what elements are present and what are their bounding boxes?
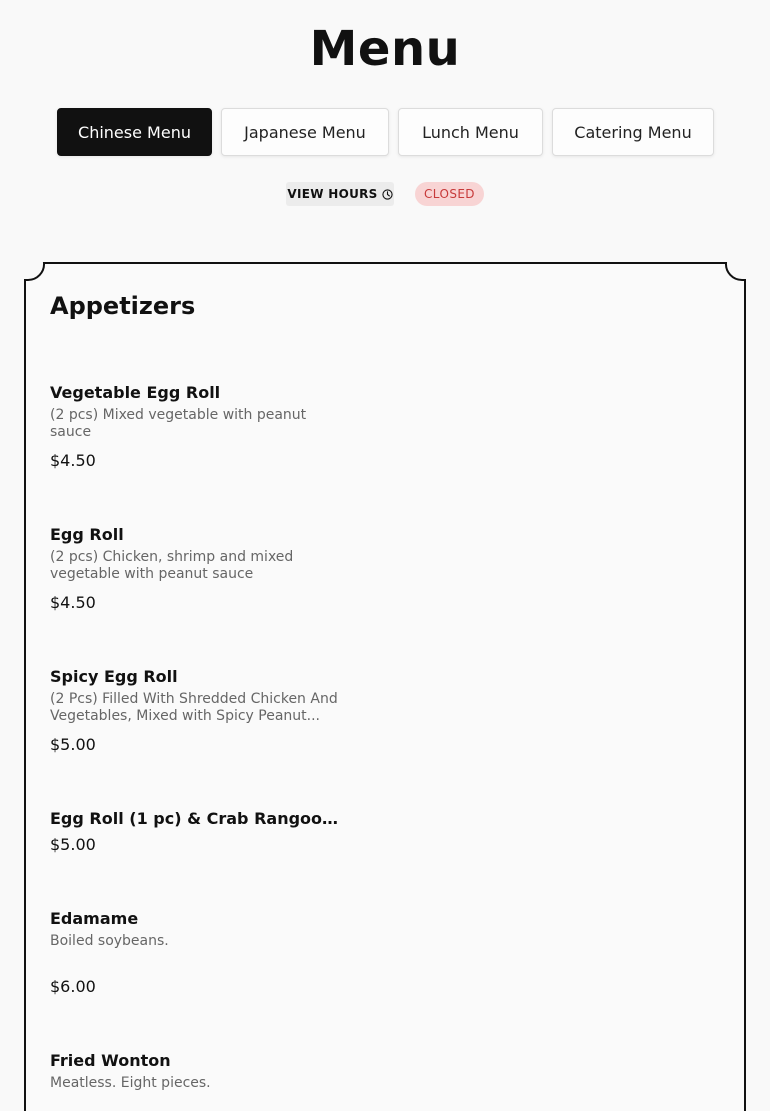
item-name: Edamame	[50, 909, 139, 928]
item-name: Fried Wonton	[50, 1051, 171, 1070]
item-price: $4.50	[50, 451, 96, 470]
menu-section-card: Appetizers Vegetable Egg Roll (2 pcs) Mi…	[24, 262, 746, 1111]
tab-japanese-menu[interactable]: Japanese Menu	[221, 108, 389, 156]
section-title: Appetizers	[50, 292, 196, 320]
item-name: Egg Roll (1 pc) & Crab Rangoon (2...	[50, 809, 348, 828]
menu-tabs: Chinese Menu Japanese Menu Lunch Menu Ca…	[57, 108, 714, 156]
tab-lunch-menu[interactable]: Lunch Menu	[398, 108, 543, 156]
status-badge: CLOSED	[415, 182, 484, 206]
item-description: Meatless. Eight pieces.	[50, 1075, 211, 1091]
tab-catering-menu[interactable]: Catering Menu	[552, 108, 714, 156]
menu-item[interactable]: Egg Roll (1 pc) & Crab Rangoon (2... $5.…	[50, 808, 350, 854]
page-title: Menu	[309, 21, 461, 77]
menu-item[interactable]: Egg Roll (2 pcs) Chicken, shrimp and mix…	[50, 524, 350, 612]
menu-item[interactable]: Vegetable Egg Roll (2 pcs) Mixed vegetab…	[50, 382, 350, 470]
tab-chinese-menu[interactable]: Chinese Menu	[57, 108, 212, 156]
view-hours-label: VIEW HOURS	[287, 187, 378, 201]
item-name: Spicy Egg Roll	[50, 667, 178, 686]
item-price: $4.50	[50, 593, 96, 612]
item-name: Vegetable Egg Roll	[50, 383, 221, 402]
view-hours-button[interactable]: VIEW HOURS	[286, 182, 394, 206]
item-price: $5.00	[50, 735, 96, 754]
menu-item[interactable]: Fried Wonton Meatless. Eight pieces.	[50, 1050, 350, 1092]
item-price: $6.00	[50, 977, 96, 996]
item-description: (2 pcs) Chicken, shrimp and mixed vegeta…	[50, 549, 294, 582]
menu-item[interactable]: Spicy Egg Roll (2 Pcs) Filled With Shred…	[50, 666, 350, 754]
item-description: (2 pcs) Mixed vegetable with peanut sauc…	[50, 407, 307, 440]
clock-icon	[381, 188, 393, 200]
item-description: Boiled soybeans.	[50, 933, 169, 949]
item-description: (2 Pcs) Filled With Shredded Chicken And…	[50, 691, 338, 724]
menu-item[interactable]: Edamame Boiled soybeans. $6.00	[50, 908, 350, 996]
item-price: $5.00	[50, 835, 96, 854]
hours-row: VIEW HOURS CLOSED	[0, 182, 770, 206]
item-name: Egg Roll	[50, 525, 124, 544]
